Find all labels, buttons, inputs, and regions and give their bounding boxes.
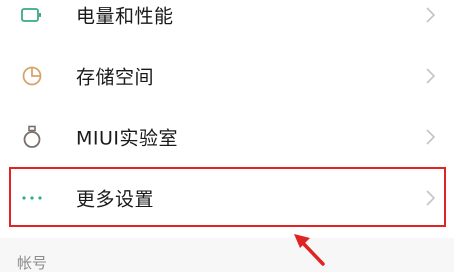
more-dots-icon [17,183,47,213]
lab-flask-icon [17,122,47,152]
section-divider [0,238,454,272]
settings-item-label: MIUI实验室 [76,127,179,150]
settings-item-label: 电量和性能 [76,5,174,28]
settings-item-storage[interactable]: 存储空间 [0,45,454,107]
chevron-right-icon [426,68,436,84]
section-header-account: 帐号 [17,254,48,272]
storage-pie-icon [17,61,47,91]
settings-item-battery-performance[interactable]: 电量和性能 [0,0,454,46]
chevron-right-icon [426,129,436,145]
settings-screen: 电量和性能 存储空间 MIUI实验室 更多设置 帐号 [0,0,454,272]
chevron-right-icon [426,7,436,23]
settings-item-miui-lab[interactable]: MIUI实验室 [0,106,454,168]
battery-icon [17,0,47,30]
settings-item-more-settings[interactable]: 更多设置 [0,167,454,229]
chevron-right-icon [426,190,436,206]
settings-item-label: 更多设置 [76,188,155,211]
settings-item-label: 存储空间 [76,66,155,89]
